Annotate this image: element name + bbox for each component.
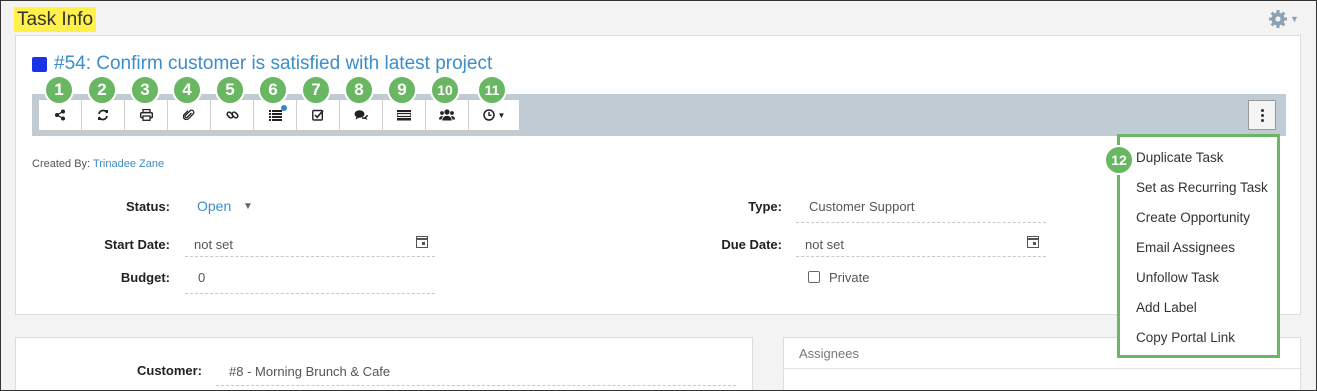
assignees-heading: Assignees	[799, 346, 859, 361]
created-by-user-link[interactable]: Trinadee Zane	[93, 158, 164, 170]
due-date-underline	[796, 256, 1046, 257]
budget-label: Budget:	[120, 270, 170, 285]
callout-badge: 2	[87, 75, 117, 105]
callout-badge: 4	[172, 75, 202, 105]
refresh-icon	[98, 109, 108, 121]
callout-badge: 12	[1104, 145, 1134, 175]
form-icon	[397, 109, 411, 120]
type-underline	[796, 222, 1046, 223]
chevron-down-icon: ▼	[1290, 14, 1299, 24]
start-date-input[interactable]: not set	[194, 237, 233, 252]
start-date-label: Start Date:	[104, 237, 170, 252]
more-options-button[interactable]	[1248, 100, 1276, 130]
paperclip-icon	[183, 109, 195, 121]
private-label: Private	[829, 270, 870, 285]
clock-icon	[482, 109, 495, 121]
share-icon	[55, 109, 65, 121]
chevron-down-icon[interactable]: ▼	[243, 201, 253, 212]
type-label: Type:	[748, 199, 782, 214]
callout-badge: 8	[344, 75, 374, 105]
customer-link[interactable]: #8 - Morning Brunch & Cafe	[229, 364, 390, 379]
settings-menu[interactable]: ▼	[1268, 9, 1302, 29]
due-date-input[interactable]: not set	[805, 237, 844, 252]
budget-input[interactable]: 0	[198, 270, 205, 285]
status-dropdown[interactable]: Open	[197, 198, 231, 214]
users-icon	[439, 109, 455, 121]
budget-underline	[185, 293, 435, 294]
menu-item-copy-portal-link[interactable]: Copy Portal Link	[1120, 323, 1277, 353]
menu-item-create-opportunity[interactable]: Create Opportunity	[1120, 203, 1277, 233]
due-date-label: Due Date:	[721, 237, 782, 252]
callout-badge: 1	[44, 75, 74, 105]
more-options-menu: Duplicate Task Set as Recurring Task Cre…	[1117, 134, 1280, 358]
customer-label: Customer:	[136, 363, 202, 378]
task-color-swatch	[32, 56, 47, 72]
link-icon	[225, 111, 239, 119]
private-checkbox[interactable]	[808, 271, 820, 283]
type-select[interactable]: Customer Support	[809, 199, 915, 214]
callout-badge: 9	[387, 75, 417, 105]
menu-item-email-assignees[interactable]: Email Assignees	[1120, 233, 1277, 263]
callout-badge: 10	[430, 75, 460, 105]
comments-icon	[354, 110, 368, 120]
callout-badge: 5	[215, 75, 245, 105]
menu-item-duplicate-task[interactable]: Duplicate Task	[1120, 143, 1277, 173]
page-title: Task Info	[14, 7, 97, 32]
menu-item-set-recurring[interactable]: Set as Recurring Task	[1120, 173, 1277, 203]
vertical-ellipsis-icon	[1260, 108, 1264, 123]
print-icon	[139, 109, 153, 121]
task-title-text: #54: Confirm customer is satisfied with …	[54, 53, 493, 74]
chevron-down-icon: ▼	[497, 110, 506, 120]
gear-icon	[1269, 10, 1287, 28]
menu-item-unfollow-task[interactable]: Unfollow Task	[1120, 263, 1277, 293]
callout-badge: 11	[477, 75, 507, 105]
callout-badge: 6	[258, 75, 288, 105]
created-by-label: Created By:	[32, 158, 91, 170]
menu-item-add-label[interactable]: Add Label	[1120, 293, 1277, 323]
created-by: Created By: Trinadee Zane	[32, 158, 164, 170]
start-date-underline	[185, 256, 435, 257]
callout-badge: 3	[130, 75, 160, 105]
calendar-icon[interactable]	[1027, 236, 1039, 248]
calendar-icon[interactable]	[416, 236, 428, 248]
list-icon	[268, 109, 282, 121]
callout-badge: 7	[301, 75, 331, 105]
status-label: Status:	[125, 199, 170, 214]
customer-underline	[216, 385, 736, 386]
task-title[interactable]: #54: Confirm customer is satisfied with …	[32, 53, 492, 75]
assignees-divider	[783, 368, 1301, 369]
task-info-card	[15, 35, 1301, 315]
notification-dot	[281, 105, 287, 111]
checkbox-icon	[312, 109, 324, 121]
